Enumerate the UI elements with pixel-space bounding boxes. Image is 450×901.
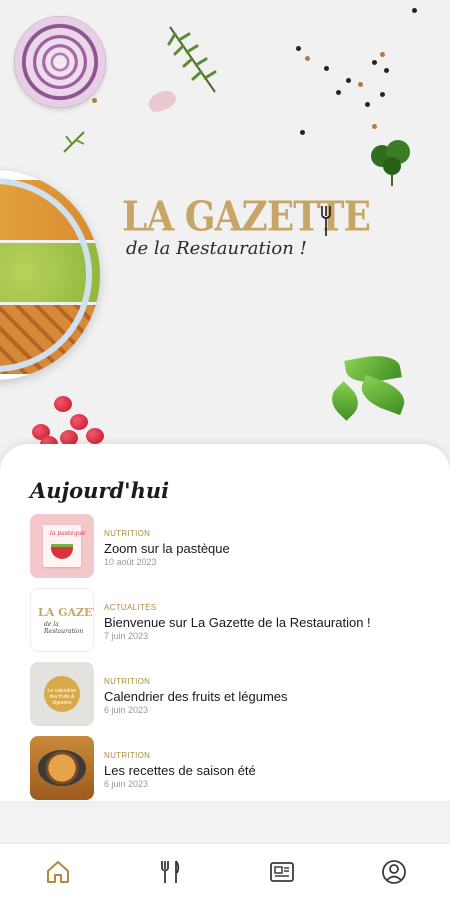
article-item[interactable]: la pastèque NUTRITION Zoom sur la pastèq…	[30, 514, 430, 588]
profile-icon	[382, 860, 406, 884]
app-logo: LA GAZETTE de la Restauration !	[122, 192, 371, 259]
article-date: 6 juin 2023	[104, 779, 149, 789]
article-category: NUTRITION	[104, 529, 151, 538]
article-item[interactable]: LA GAZETTE de la Restauration ACTUALITÉS…	[30, 588, 430, 662]
plate-illustration	[0, 170, 100, 380]
rosemary-illustration	[167, 26, 217, 93]
article-thumbnail: la pastèque	[30, 514, 94, 578]
article-date: 10 août 2023	[104, 557, 157, 567]
logo-title: LA GAZETTE	[122, 192, 371, 241]
article-category: NUTRITION	[104, 751, 151, 760]
bottom-navigation	[0, 843, 450, 901]
article-date: 6 juin 2023	[104, 705, 149, 715]
logo-subtitle: de la Restauration !	[126, 238, 307, 259]
nav-profile[interactable]	[380, 858, 408, 886]
spinach-leaf	[356, 374, 410, 416]
fork-icon	[321, 206, 331, 236]
article-thumbnail	[30, 736, 94, 800]
article-item[interactable]: NUTRITION Les recettes de saison été 6 j…	[30, 736, 430, 810]
article-list: la pastèque NUTRITION Zoom sur la pastèq…	[30, 514, 430, 810]
article-title: Calendrier des fruits et légumes	[104, 689, 288, 704]
nav-restaurant[interactable]	[156, 858, 184, 886]
article-item[interactable]: Le calendrier des fruits & légumes NUTRI…	[30, 662, 430, 736]
fork-knife-icon	[161, 860, 180, 883]
article-thumbnail: LA GAZETTE de la Restauration	[30, 588, 94, 652]
herb-sprig-illustration	[63, 131, 85, 153]
home-icon	[47, 861, 69, 883]
article-thumbnail: Le calendrier des fruits & légumes	[30, 662, 94, 726]
article-title: Les recettes de saison été	[104, 763, 256, 778]
onion-illustration	[14, 16, 106, 108]
nav-news[interactable]	[268, 858, 296, 886]
article-category: NUTRITION	[104, 677, 151, 686]
newspaper-icon	[270, 862, 294, 882]
spinach-leaf	[325, 381, 365, 421]
hero-banner: LA GAZETTE de la Restauration !	[0, 0, 450, 470]
article-title: Zoom sur la pastèque	[104, 541, 230, 556]
article-title: Bienvenue sur La Gazette de la Restaurat…	[104, 615, 371, 630]
section-title-today: Aujourd'hui	[30, 478, 170, 503]
nav-home[interactable]	[44, 858, 72, 886]
article-category: ACTUALITÉS	[104, 603, 157, 612]
parsley-illustration	[371, 140, 410, 186]
article-date: 7 juin 2023	[104, 631, 149, 641]
